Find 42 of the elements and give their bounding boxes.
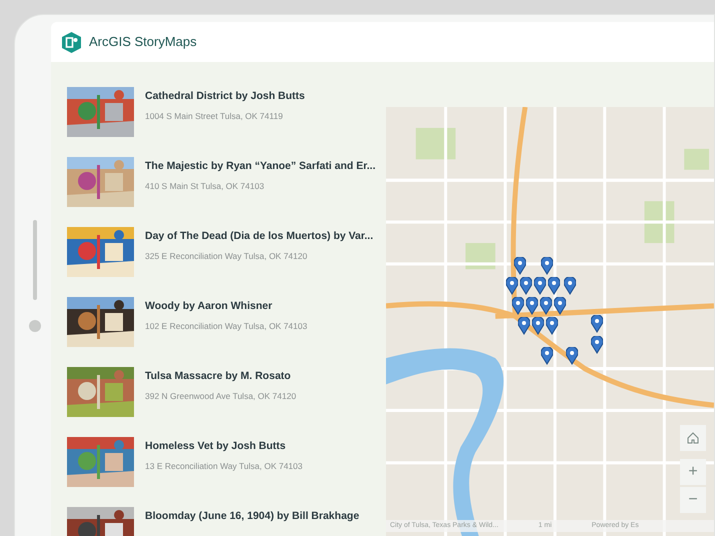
home-view-button[interactable] <box>680 425 706 451</box>
map-pin-icon[interactable] <box>514 257 526 275</box>
map-pin-icon[interactable] <box>566 347 578 365</box>
tour-title: Bloomday (June 16, 1904) by Bill Brakhage <box>145 509 360 524</box>
tour-list-item[interactable]: Day of The Dead (Dia de los Muertos) by Var... 325 E Reconciliation Way Tulsa, OK 74120 <box>67 227 386 277</box>
tour-address: 13 E Reconciliation Way Tulsa, OK 74103 <box>145 460 302 472</box>
tour-address: 392 N Greenwood Ave Tulsa, OK 74120 <box>145 390 296 402</box>
map-pin-icon[interactable] <box>591 336 603 354</box>
tour-list-item[interactable]: Cathedral District by Josh Butts 1004 S Main Street Tulsa, OK 74119 <box>67 87 386 137</box>
map-pin-icon[interactable] <box>541 347 553 365</box>
map-pin-icon[interactable] <box>564 277 576 295</box>
tour-title: Homeless Vet by Josh Butts <box>145 439 287 454</box>
tour-address: 325 E Reconciliation Way Tulsa, OK 74120 <box>145 250 308 262</box>
home-icon <box>687 432 699 444</box>
tour-list-item[interactable]: The Majestic by Ryan “Yanoe” Sarfati and Er... 410 S Main St Tulsa, OK 74103 <box>67 157 386 207</box>
map-pin-icon[interactable] <box>526 297 538 315</box>
map-pin-icon[interactable] <box>506 277 518 295</box>
tour-list-item[interactable]: Homeless Vet by Josh Butts 13 E Reconciliation Way Tulsa, OK 74103 <box>67 437 386 487</box>
tour-list-item[interactable]: Woody by Aaron Whisner 102 E Reconciliation Way Tulsa, OK 74103 <box>67 297 386 347</box>
tour-list-item[interactable]: Tulsa Massacre by M. Rosato 392 N Greenwood Ave Tulsa, OK 74120 <box>67 367 386 417</box>
map-pin-icon[interactable] <box>591 315 603 333</box>
map-pin-icon[interactable] <box>540 297 552 315</box>
map-pin-icon[interactable] <box>548 277 560 295</box>
tour-title: Day of The Dead (Dia de los Muertos) by Var... <box>145 229 374 244</box>
tour-title: Woody by Aaron Whisner <box>145 299 274 314</box>
map-pin-icon[interactable] <box>518 317 530 335</box>
tour-list-item[interactable]: Bloomday (June 16, 1904) by Bill Brakhage <box>67 507 386 536</box>
tour-address: 1004 S Main Street Tulsa, OK 74119 <box>145 110 284 122</box>
tour-title: Cathedral District by Josh Butts <box>145 89 305 104</box>
map-pin-icon[interactable] <box>512 297 524 315</box>
app-title: ArcGIS StoryMaps <box>89 33 197 52</box>
map-pin-icon[interactable] <box>532 317 544 335</box>
tour-title: Tulsa Massacre by M. Rosato <box>145 369 292 384</box>
map-pin-icon[interactable] <box>546 317 558 335</box>
logo-icon <box>62 32 81 52</box>
tour-address: 102 E Reconciliation Way Tulsa, OK 74103 <box>145 320 308 332</box>
map-pin-icon[interactable] <box>520 277 532 295</box>
tour-address: 410 S Main St Tulsa, OK 74103 <box>145 180 266 192</box>
tour-title: The Majestic by Ryan “Yanoe” Sarfati and Er... <box>145 159 376 174</box>
map-pin-icon[interactable] <box>554 297 566 315</box>
map-pin-icon[interactable] <box>534 277 546 295</box>
map-pin-icon[interactable] <box>541 257 553 275</box>
